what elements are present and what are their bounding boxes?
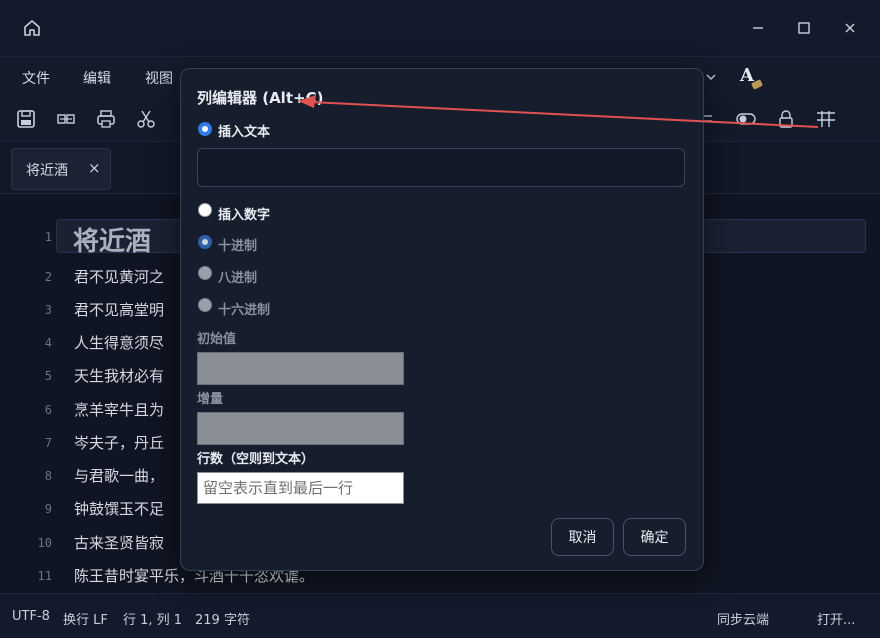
dialog-title: 列编辑器 (Alt+C) [197,89,324,107]
insert-text-radio[interactable] [198,122,212,136]
maximize-icon[interactable] [790,14,818,42]
editor-line[interactable]: 君不见高堂明 [74,299,164,320]
menu-view[interactable]: 视图 [145,68,173,88]
line-number: 11 [37,569,52,583]
menu-file[interactable]: 文件 [22,68,50,88]
line-number: 7 [44,436,52,450]
line-number: 9 [44,502,52,516]
editor-line[interactable]: 天生我材必有 [74,365,164,386]
decimal-label: 十进制 [218,239,258,254]
open-button[interactable]: 打开... [817,609,855,628]
cut-icon[interactable] [135,108,157,130]
status-chars: 219 字符 [195,613,250,628]
column-edit-icon[interactable] [815,108,837,130]
save-icon[interactable] [15,108,37,130]
column-editor-dialog: 列编辑器 (Alt+C) 插入文本 插入数字 十进制 八进制 十六进制 初始值 … [180,68,704,571]
line-number: 3 [44,303,52,317]
line-number: 6 [44,403,52,417]
editor-line[interactable]: 钟鼓馔玉不足 [74,498,164,519]
print-icon[interactable] [95,108,117,130]
line-number: 2 [44,270,52,284]
editor-line[interactable]: 烹羊宰牛且为 [74,399,164,420]
title-bar [0,0,880,56]
octal-radio[interactable] [198,266,212,280]
editor-line[interactable]: 人生得意须尽 [74,332,164,353]
heading-text: 将近酒 [73,227,152,257]
editor-line[interactable]: 岑夫子，丹丘 [74,432,164,453]
increment-input[interactable] [197,412,404,445]
confirm-button[interactable]: 确定 [623,518,686,556]
tab-document[interactable]: 将近酒 × [11,148,111,190]
insert-text-label: 插入文本 [218,125,271,140]
insert-number-radio[interactable] [198,203,212,217]
editor-line[interactable]: 古来圣贤皆寂 [74,532,164,553]
insert-text-input[interactable] [197,148,685,187]
insert-number-label: 插入数字 [218,208,271,223]
editor-line[interactable]: 君不见黄河之 [74,266,164,287]
tab-label: 将近酒 [26,163,68,179]
home-icon[interactable] [22,18,42,38]
line-number: 1 [44,230,52,244]
initial-value-label: 初始值 [197,332,237,347]
status-encoding[interactable]: UTF-8 [12,609,50,624]
increment-label: 增量 [197,392,224,407]
editor-line[interactable]: 与君歌一曲， [74,465,164,486]
hex-radio[interactable] [198,298,212,312]
status-eol[interactable]: 换行 LF [63,609,108,628]
toggle-icon[interactable] [735,108,757,130]
decimal-radio[interactable] [198,235,212,249]
minimize-icon[interactable] [744,14,772,42]
line-gutter [0,195,56,593]
line-number: 4 [44,336,52,350]
sync-cloud-button[interactable]: 同步云端 [717,609,769,628]
format-icon[interactable] [55,108,77,130]
line-number: 10 [37,536,52,550]
initial-value-input[interactable] [197,352,404,385]
tab-close-icon[interactable]: × [88,159,101,177]
lock-icon[interactable] [775,108,797,130]
cancel-button[interactable]: 取消 [551,518,614,556]
rows-label: 行数（空则到文本） [197,452,315,467]
hex-label: 十六进制 [218,303,271,318]
line-number: 5 [44,369,52,383]
status-bar: UTF-8 换行 LF 行 1, 列 1 219 字符 同步云端 打开... [0,593,880,638]
line-number: 8 [44,469,52,483]
rows-input[interactable] [197,472,404,504]
menu-edit[interactable]: 编辑 [83,68,111,88]
status-position[interactable]: 行 1, 列 1 [123,609,182,628]
octal-label: 八进制 [218,271,258,286]
chevron-down-icon[interactable] [706,72,716,82]
close-icon[interactable] [836,14,864,42]
